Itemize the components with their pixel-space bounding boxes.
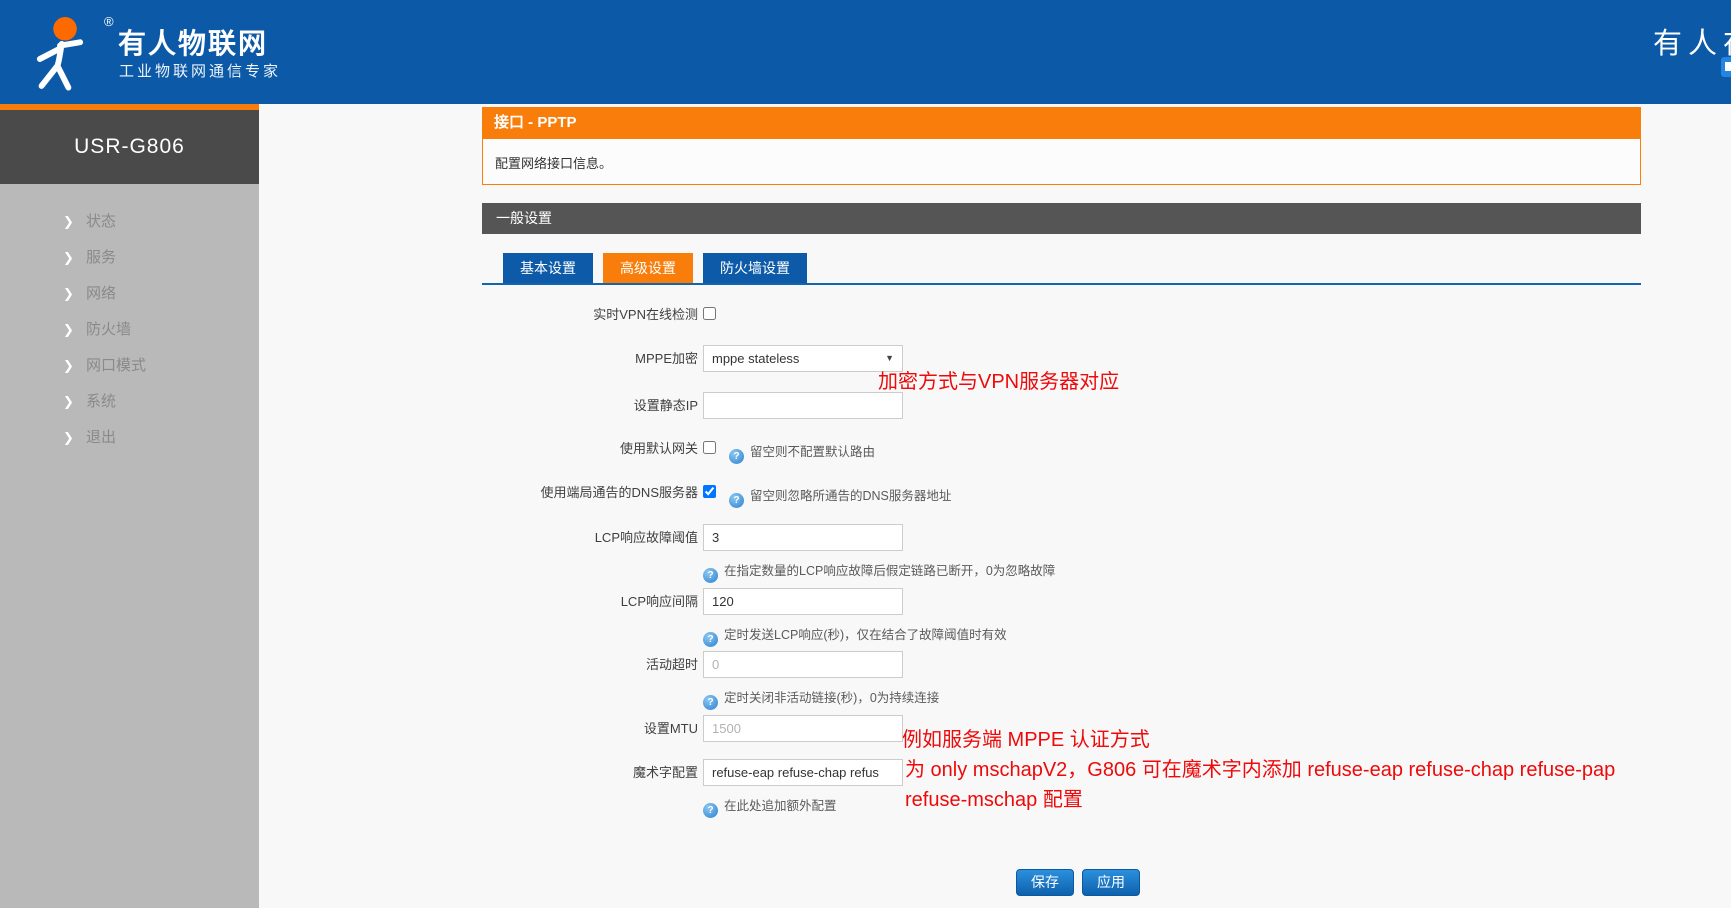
slogan-badge-icon — [1721, 57, 1731, 77]
section-title: 一般设置 — [482, 203, 1641, 234]
help-text: 在此处追加额外配置 — [724, 799, 837, 813]
row-lcp-failure-threshold: LCP响应故障阈值 ? 在指定数量的LCP响应故障后假定链路已断开，0为忽略故障 — [482, 524, 1641, 584]
row-lcp-interval: LCP响应间隔 ? 定时发送LCP响应(秒)，仅在结合了故障阈值时有效 — [482, 588, 1641, 648]
brand-title: 有人物联网 — [118, 22, 268, 62]
sidebar-item-status[interactable]: ❯ 状态 — [0, 204, 259, 240]
mppe-encryption-select[interactable]: mppe stateless ▼ — [703, 345, 903, 372]
sidebar-item-label: 防火墙 — [86, 312, 131, 348]
row-use-peer-dns: 使用端局通告的DNS服务器 ?留空则忽略所通告的DNS服务器地址 — [482, 485, 1641, 501]
static-ip-input[interactable] — [703, 392, 903, 419]
page-title: 接口 - PPTP — [482, 107, 1641, 138]
brand-subtitle: 工业物联网通信专家 — [119, 60, 281, 81]
tab-advanced-settings[interactable]: 高级设置 — [603, 253, 693, 283]
help-text: 定时关闭非活动链接(秒)，0为持续连接 — [724, 691, 939, 705]
sidebar-item-label: 退出 — [86, 420, 116, 456]
lcp-failure-threshold-input[interactable] — [703, 524, 903, 551]
sidebar-item-firewall[interactable]: ❯ 防火墙 — [0, 312, 259, 348]
registered-mark: ® — [104, 14, 114, 29]
chevron-right-icon: ❯ — [63, 348, 74, 384]
chevron-right-icon: ❯ — [63, 420, 74, 456]
field-label: LCP响应故障阈值 — [482, 524, 698, 551]
header-slogan: 有人在 — [1653, 20, 1731, 62]
field-label: 活动超时 — [482, 651, 698, 678]
field-label: 设置静态IP — [482, 392, 698, 419]
tabs-underline — [482, 283, 1641, 285]
chevron-right-icon: ❯ — [63, 384, 74, 420]
select-value: mppe stateless — [712, 351, 799, 366]
tab-firewall-settings[interactable]: 防火墙设置 — [703, 253, 807, 283]
help-text: 在指定数量的LCP响应故障后假定链路已断开，0为忽略故障 — [724, 564, 1055, 578]
default-gateway-checkbox[interactable] — [703, 441, 716, 454]
tab-basic-settings[interactable]: 基本设置 — [503, 253, 593, 283]
annotation-mtu-line1: 例如服务端 MPPE 认证方式 — [902, 723, 1150, 752]
lcp-interval-input[interactable] — [703, 588, 903, 615]
apply-button[interactable]: 应用 — [1082, 869, 1140, 896]
magic-word-input[interactable] — [703, 759, 903, 786]
sidebar-item-label: 状态 — [86, 204, 116, 240]
settings-tabs: 基本设置 高级设置 防火墙设置 — [503, 253, 817, 283]
page-description: 配置网络接口信息。 — [482, 138, 1641, 185]
help-icon: ? — [703, 695, 718, 710]
chevron-right-icon: ❯ — [63, 240, 74, 276]
help-icon: ? — [729, 449, 744, 464]
sidebar-item-services[interactable]: ❯ 服务 — [0, 240, 259, 276]
action-buttons: 保存 应用 — [1016, 869, 1148, 896]
help-icon: ? — [703, 803, 718, 818]
field-label: LCP响应间隔 — [482, 588, 698, 615]
realtime-vpn-check-checkbox[interactable] — [703, 307, 716, 320]
help-text: 留空则忽略所通告的DNS服务器地址 — [750, 489, 951, 503]
field-label: 实时VPN在线检测 — [482, 307, 698, 323]
help-text: 定时发送LCP响应(秒)，仅在结合了故障阈值时有效 — [724, 628, 1007, 642]
field-label: 魔术字配置 — [482, 759, 698, 786]
main-content: 接口 - PPTP 配置网络接口信息。 一般设置 基本设置 高级设置 防火墙设置… — [482, 107, 1641, 907]
row-inactivity-timeout: 活动超时 ? 定时关闭非活动链接(秒)，0为持续连接 — [482, 651, 1641, 711]
sidebar-item-port-mode[interactable]: ❯ 网口模式 — [0, 348, 259, 384]
peer-dns-checkbox[interactable] — [703, 485, 716, 498]
row-realtime-vpn-check: 实时VPN在线检测 — [482, 307, 1641, 323]
sidebar-menu: ❯ 状态 ❯ 服务 ❯ 网络 ❯ 防火墙 ❯ 网口模式 ❯ 系统 ❯ 退出 — [0, 204, 259, 456]
sidebar-item-label: 网口模式 — [86, 348, 146, 384]
field-label: 使用端局通告的DNS服务器 — [482, 485, 698, 501]
chevron-right-icon: ❯ — [63, 312, 74, 348]
device-name: USR-G806 — [0, 110, 259, 184]
help-text: 留空则不配置默认路由 — [750, 445, 875, 459]
row-magic-word: 魔术字配置 ? 在此处追加额外配置 — [482, 759, 1641, 819]
help-icon: ? — [729, 493, 744, 508]
sidebar-item-label: 系统 — [86, 384, 116, 420]
sidebar-item-label: 网络 — [86, 276, 116, 312]
annotation-mppe: 加密方式与VPN服务器对应 — [878, 365, 1119, 394]
chevron-right-icon: ❯ — [63, 276, 74, 312]
top-header: ® 有人物联网 工业物联网通信专家 有人在 — [0, 0, 1731, 104]
inactivity-timeout-input[interactable] — [703, 651, 903, 678]
mtu-input[interactable] — [703, 715, 903, 742]
field-label: 使用默认网关 — [482, 441, 698, 457]
save-button[interactable]: 保存 — [1016, 869, 1074, 896]
row-static-ip: 设置静态IP — [482, 392, 1641, 419]
usr-person-logo-icon — [18, 12, 102, 96]
sidebar-item-network[interactable]: ❯ 网络 — [0, 276, 259, 312]
help-icon: ? — [703, 568, 718, 583]
field-label: MPPE加密 — [482, 345, 698, 372]
sidebar-item-logout[interactable]: ❯ 退出 — [0, 420, 259, 456]
row-use-default-gateway: 使用默认网关 ?留空则不配置默认路由 — [482, 441, 1641, 457]
field-label: 设置MTU — [482, 715, 698, 742]
help-icon: ? — [703, 632, 718, 647]
sidebar: USR-G806 ❯ 状态 ❯ 服务 ❯ 网络 ❯ 防火墙 ❯ 网口模式 ❯ 系… — [0, 104, 259, 908]
sidebar-item-system[interactable]: ❯ 系统 — [0, 384, 259, 420]
chevron-right-icon: ❯ — [63, 204, 74, 240]
sidebar-item-label: 服务 — [86, 240, 116, 276]
